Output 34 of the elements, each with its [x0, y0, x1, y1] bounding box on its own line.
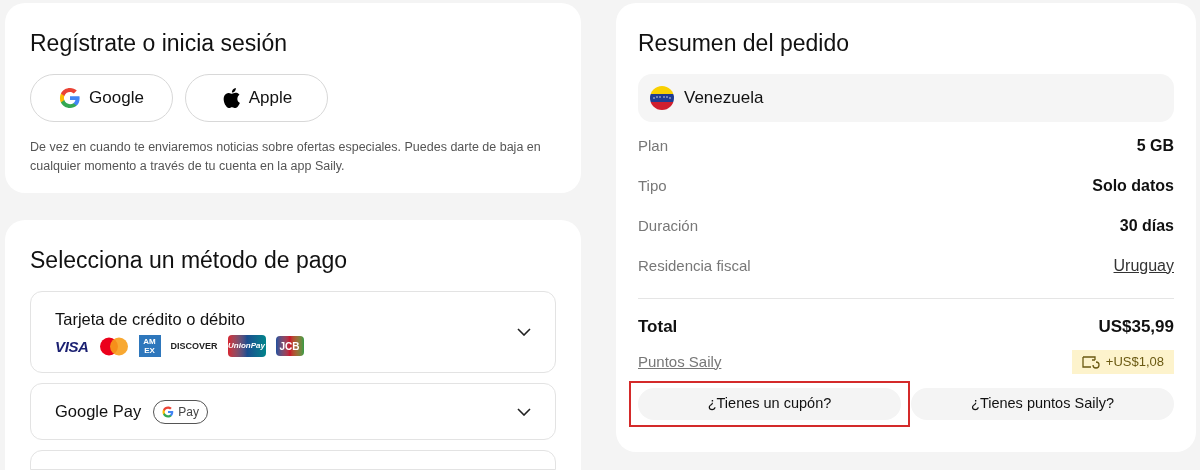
mastercard-logo [98, 336, 129, 356]
wallet-icon [1081, 354, 1100, 369]
summary-row-value: 5 GB [1136, 135, 1174, 156]
tax-residence-link[interactable]: Uruguay [1113, 253, 1174, 278]
summary-row-label: Residencia fiscal [638, 255, 751, 276]
payment-title: Selecciona un método de pago [30, 246, 349, 275]
payment-method-label: Google Pay [55, 401, 142, 423]
summary-row-label: Duración [638, 215, 699, 236]
payment-method-option[interactable] [30, 450, 556, 470]
payment-method-option[interactable]: Google Pay Pay [30, 383, 556, 440]
summary-action-button[interactable]: ¿Tienes un cupón? [638, 387, 901, 420]
summary-row-value: Solo datos [1092, 175, 1174, 196]
signin-title: Regístrate o inicia sesión [30, 29, 288, 58]
points-reward-badge: +US$1,08 [1071, 349, 1174, 374]
venezuela-flag-icon [650, 85, 674, 110]
google-icon [59, 86, 82, 109]
summary-row-value: 30 días [1119, 215, 1174, 236]
chevron-down-icon [517, 328, 531, 336]
saily-points-link[interactable]: Puntos Saily [638, 350, 722, 373]
summary-title: Resumen del pedido [638, 29, 850, 58]
visa-logo: VISA [55, 338, 89, 354]
amex-logo: AM EX [138, 335, 161, 358]
chevron-down-icon [517, 407, 531, 416]
summary-row-label: Tipo [638, 175, 667, 196]
country-name: Venezuela [684, 87, 764, 109]
google-icon [162, 405, 175, 418]
total-value: US$35,99 [1098, 315, 1174, 338]
summary-row-label: Plan [638, 135, 669, 156]
total-label: Total [638, 315, 678, 338]
newsletter-notice: De vez en cuando te enviaremos noticias sobre ofertas especiales. Puedes darte de baja en cualquier momento a través de tu cuenta en la app Saily. [30, 138, 542, 175]
payment-method-label: Tarjeta de crédito o débito [55, 308, 245, 330]
jcb-logo: JCB [275, 336, 304, 357]
summary-action-button[interactable]: ¿Tienes puntos Saily? [911, 387, 1174, 420]
discover-logo: DISCOVER [170, 341, 218, 351]
